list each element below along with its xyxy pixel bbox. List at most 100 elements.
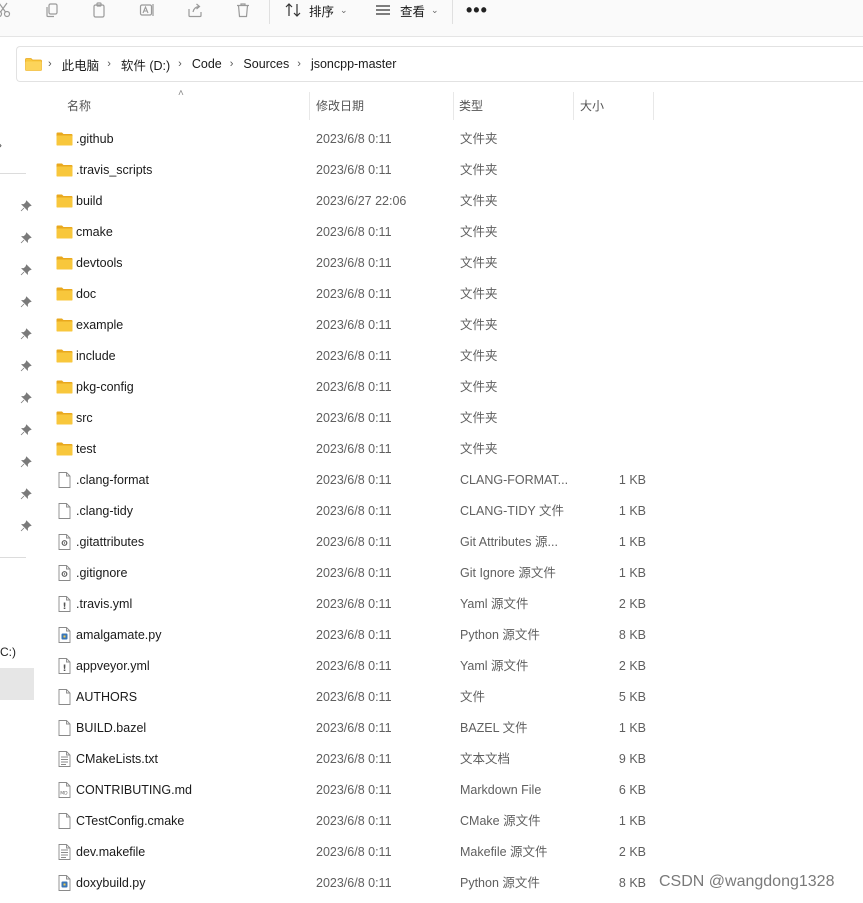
- python-file-icon: [56, 627, 73, 643]
- svg-text:!: !: [63, 602, 67, 612]
- file-type: 文件夹: [460, 287, 498, 301]
- file-type: 文件夹: [460, 132, 498, 146]
- file-row[interactable]: .gitignore 2023/6/8 0:11 Git Ignore 源文件 1 K…: [0, 558, 863, 589]
- breadcrumb-drive-d[interactable]: 软件 (D:) ›: [121, 55, 192, 74]
- breadcrumb-sources[interactable]: Sources ›: [243, 57, 311, 71]
- file-row[interactable]: .clang-tidy 2023/6/8 0:11 CLANG-TIDY 文件 1 K…: [0, 496, 863, 527]
- file-row[interactable]: amalgamate.py 2023/6/8 0:11 Python 源文件 8 KB: [0, 620, 863, 651]
- breadcrumb-chevron-icon: ›: [178, 58, 182, 70]
- column-type[interactable]: 类型: [459, 90, 483, 120]
- sort-button[interactable]: 排序 ⌄: [285, 0, 348, 20]
- file-type: 文件夹: [460, 256, 498, 270]
- file-row[interactable]: BUILD.bazel 2023/6/8 0:11 BAZEL 文件 1 KB: [0, 713, 863, 744]
- file-row[interactable]: build 2023/6/27 22:06 文件夹: [0, 186, 863, 217]
- file-date-modified: 2023/6/8 0:11: [316, 721, 392, 735]
- column-date[interactable]: 修改日期: [316, 90, 364, 120]
- folder-icon: [25, 57, 42, 71]
- delete-icon[interactable]: [233, 0, 253, 20]
- paste-icon[interactable]: [89, 0, 109, 20]
- sort-label: 排序: [309, 4, 335, 19]
- sort-ascending-icon: ˄: [178, 88, 184, 99]
- file-type: Git Ignore 源文件: [460, 566, 556, 580]
- file-row[interactable]: doc 2023/6/8 0:11 文件夹: [0, 279, 863, 310]
- file-row[interactable]: src 2023/6/8 0:11 文件夹: [0, 403, 863, 434]
- folder-icon: [56, 162, 73, 178]
- column-divider[interactable]: [653, 92, 654, 120]
- file-size: [580, 248, 646, 279]
- column-divider[interactable]: [573, 92, 574, 120]
- share-icon[interactable]: [185, 0, 205, 20]
- file-row[interactable]: dev.makefile 2023/6/8 0:11 Makefile 源文件 2 K…: [0, 837, 863, 868]
- file-size: [580, 124, 646, 155]
- text-file-icon: [56, 751, 73, 767]
- file-size: 1 KB: [618, 721, 646, 735]
- file-name: .clang-format: [76, 473, 149, 487]
- column-size[interactable]: 大小: [580, 90, 604, 120]
- folder-icon: [56, 348, 73, 364]
- file-date-modified: 2023/6/8 0:11: [316, 845, 392, 859]
- file-type: 文件夹: [460, 380, 498, 394]
- file-date-modified: 2023/6/8 0:11: [316, 287, 392, 301]
- file-row[interactable]: .travis_scripts 2023/6/8 0:11 文件夹: [0, 155, 863, 186]
- file-row[interactable]: test 2023/6/8 0:11 文件夹: [0, 434, 863, 465]
- markdown-file-icon: MD: [56, 782, 73, 798]
- more-options-button[interactable]: •••: [466, 0, 488, 20]
- file-row[interactable]: ! appveyor.yml 2023/6/8 0:11 Yaml 源文件 2 KB: [0, 651, 863, 682]
- file-type: Python 源文件: [460, 876, 540, 890]
- file-size: 2 KB: [618, 845, 646, 859]
- file-row[interactable]: cmake 2023/6/8 0:11 文件夹: [0, 217, 863, 248]
- file-row[interactable]: ! .travis.yml 2023/6/8 0:11 Yaml 源文件 2 KB: [0, 589, 863, 620]
- file-type: 文件夹: [460, 442, 498, 456]
- file-name: AUTHORS: [76, 690, 138, 704]
- chevron-down-icon: ⌄: [431, 4, 439, 15]
- file-row[interactable]: include 2023/6/8 0:11 文件夹: [0, 341, 863, 372]
- file-row[interactable]: AUTHORS 2023/6/8 0:11 文件 5 KB: [0, 682, 863, 713]
- file-row[interactable]: .github 2023/6/8 0:11 文件夹: [0, 124, 863, 155]
- toolbar-divider: [452, 0, 453, 24]
- view-button[interactable]: 查看 ⌄: [374, 0, 439, 20]
- file-row[interactable]: .clang-format 2023/6/8 0:11 CLANG-FORMAT..…: [0, 465, 863, 496]
- file-type: Python 源文件: [460, 628, 540, 642]
- file-date-modified: 2023/6/8 0:11: [316, 380, 392, 394]
- folder-icon: [56, 286, 73, 302]
- file-row[interactable]: example 2023/6/8 0:11 文件夹: [0, 310, 863, 341]
- file-size: 8 KB: [618, 628, 646, 642]
- sort-icon: [285, 3, 301, 17]
- breadcrumb-jsoncpp-master[interactable]: jsoncpp-master: [311, 57, 396, 71]
- file-type: 文件夹: [460, 349, 498, 363]
- text-file-icon: [56, 844, 73, 860]
- copy-icon[interactable]: [42, 0, 62, 20]
- file-list: .github 2023/6/8 0:11 文件夹 .travis_scripts 20…: [0, 124, 863, 899]
- watermark: CSDN @wangdong1328: [659, 873, 835, 890]
- file-icon: [56, 503, 73, 519]
- file-row[interactable]: pkg-config 2023/6/8 0:11 文件夹: [0, 372, 863, 403]
- file-row[interactable]: devtools 2023/6/8 0:11 文件夹: [0, 248, 863, 279]
- column-name[interactable]: 名称: [67, 90, 91, 120]
- file-date-modified: 2023/6/8 0:11: [316, 783, 392, 797]
- rename-icon[interactable]: [137, 0, 157, 20]
- file-name: amalgamate.py: [76, 628, 162, 642]
- file-size: 1 KB: [618, 473, 646, 487]
- file-type: 文件: [460, 690, 486, 704]
- column-divider[interactable]: [309, 92, 310, 120]
- file-date-modified: 2023/6/8 0:11: [316, 473, 392, 487]
- cut-icon[interactable]: [0, 0, 14, 20]
- toolbar-divider: [269, 0, 270, 24]
- file-name: build: [76, 194, 103, 208]
- file-row[interactable]: CTestConfig.cmake 2023/6/8 0:11 CMake 源文件 1…: [0, 806, 863, 837]
- file-date-modified: 2023/6/8 0:11: [316, 442, 392, 456]
- folder-icon: [56, 193, 73, 209]
- command-toolbar: 排序 ⌄ 查看 ⌄ •••: [0, 0, 863, 37]
- file-size: [580, 403, 646, 434]
- file-date-modified: 2023/6/8 0:11: [316, 163, 392, 177]
- file-row[interactable]: MD CONTRIBUTING.md 2023/6/8 0:11 Markdown F…: [0, 775, 863, 806]
- svg-text:MD: MD: [60, 791, 68, 797]
- column-divider[interactable]: [453, 92, 454, 120]
- breadcrumb-this-pc[interactable]: 此电脑 ›: [62, 55, 121, 74]
- breadcrumb-code[interactable]: Code ›: [192, 57, 244, 71]
- file-size: [580, 186, 646, 217]
- yaml-file-icon: !: [56, 658, 73, 674]
- file-row[interactable]: .gitattributes 2023/6/8 0:11 Git Attribute…: [0, 527, 863, 558]
- address-bar[interactable]: › 此电脑 › 软件 (D:) › Code › Sources › jsoncpp-m…: [16, 46, 863, 82]
- file-row[interactable]: CMakeLists.txt 2023/6/8 0:11 文本文档 9 KB: [0, 744, 863, 775]
